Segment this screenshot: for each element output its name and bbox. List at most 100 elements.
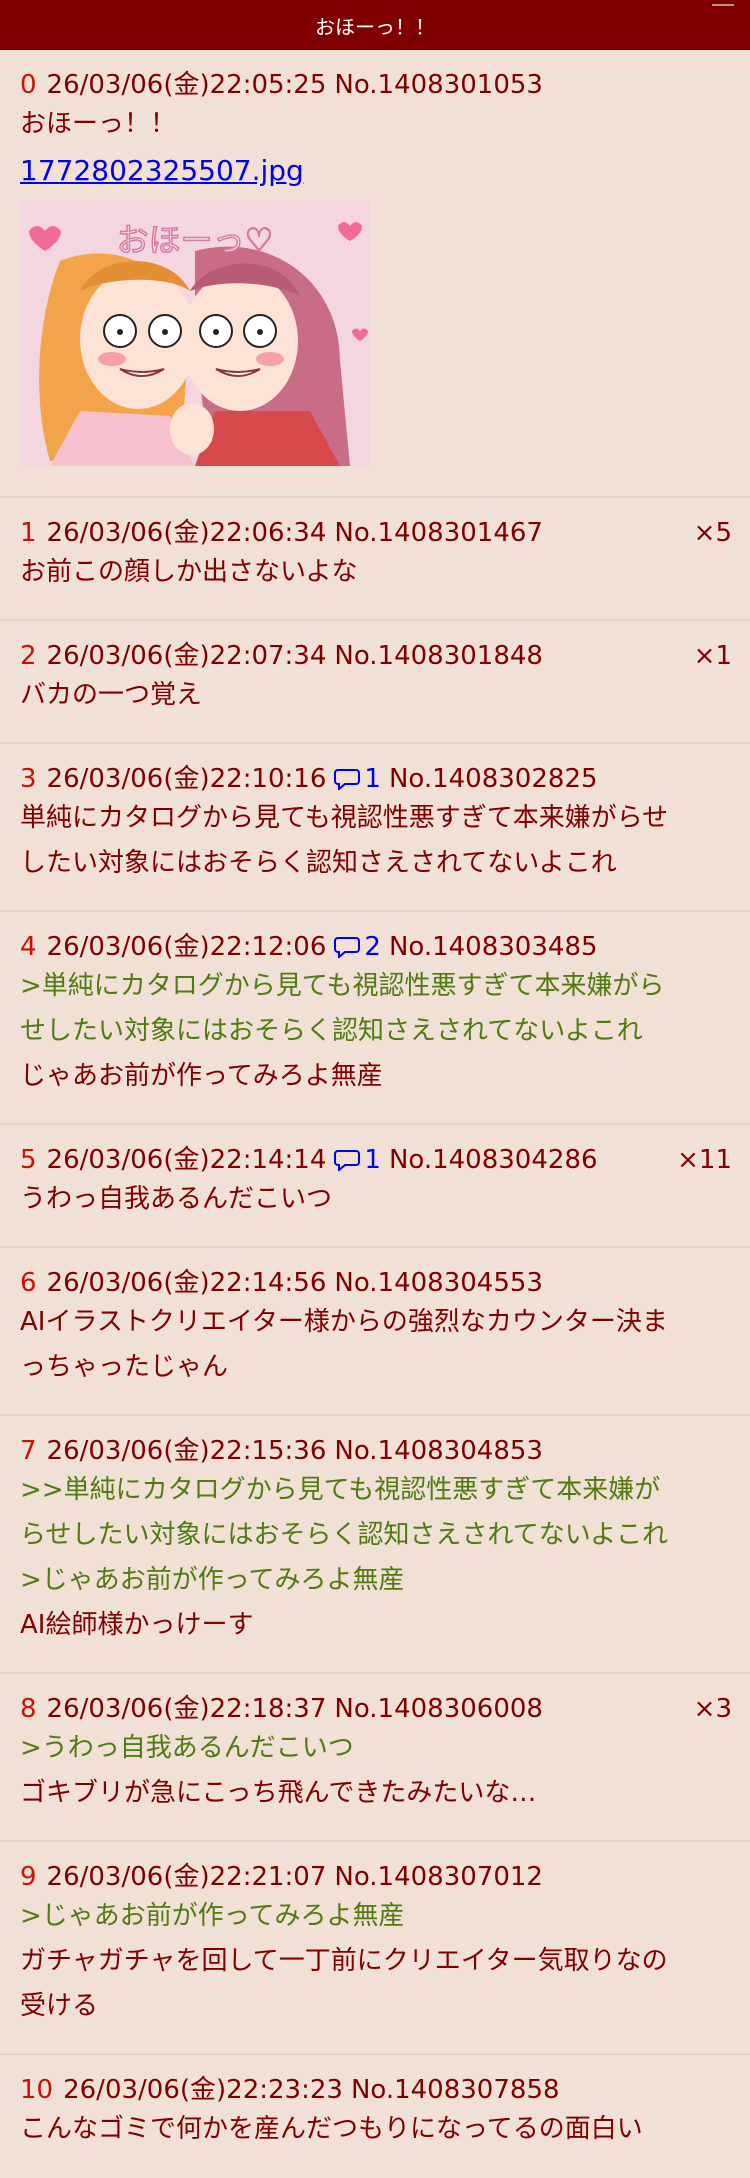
post-id[interactable]: No.1408301053 — [334, 68, 543, 102]
file-link[interactable]: 1772802325507.jpg — [20, 149, 304, 193]
post-body: おほーっ！！ — [20, 102, 730, 147]
quote-line: >うわっ自我あるんだこいつ — [20, 1733, 354, 1763]
post-date: 26/03/06(金)22:10:16 — [46, 764, 327, 794]
post-id[interactable]: No.1408304853 — [334, 1434, 543, 1468]
post-date: 26/03/06(金)22:12:06 — [46, 932, 327, 962]
quote-line: >単純にカタログから見ても視認性悪すぎて本来嫌がら — [20, 971, 665, 1001]
post-date: 26/03/06(金)22:14:14 — [46, 1145, 327, 1175]
quote-line: >じゃあお前が作ってみろよ無産 — [20, 1901, 405, 1931]
reaction-count[interactable]: ×11 — [677, 1143, 732, 1177]
quote-line: >じゃあお前が作ってみろよ無産 — [20, 1565, 405, 1595]
reaction-count[interactable]: ×1 — [694, 639, 732, 673]
post-line: AIイラストクリエイター様からの強烈なカウンター決ま — [20, 1307, 668, 1337]
reply-post: 1 26/03/06(金)22:06:34 No.1408301467 ×5 お… — [0, 498, 750, 621]
post-line: お前この顔しか出さないよな — [20, 557, 358, 587]
post-number: 8 — [20, 1694, 37, 1724]
post-body: 単純にカタログから見ても視認性悪すぎて本来嫌がらせ したい対象にはおそらく認知さ… — [20, 796, 730, 886]
post-body: >うわっ自我あるんだこいつ ゴキブリが急にこっち飛んできたみたいな… — [20, 1726, 730, 1816]
post-number: 10 — [20, 2075, 54, 2105]
reply-count-link[interactable]: 1 — [334, 762, 381, 796]
post-id[interactable]: No.1408301467 — [334, 516, 543, 550]
post-id[interactable]: No.1408306008 — [334, 1692, 543, 1726]
reply-count-link[interactable]: 1 — [334, 1143, 381, 1177]
post-header: 2 26/03/06(金)22:07:34 No.1408301848 — [20, 639, 730, 673]
post-header: 9 26/03/06(金)22:21:07 No.1408307012 — [20, 1860, 730, 1894]
post-date: 26/03/06(金)22:18:37 — [46, 1694, 327, 1724]
quote-line: >>単純にカタログから見ても視認性悪すぎて本来嫌が — [20, 1475, 661, 1505]
speech-bubble-icon — [334, 769, 361, 790]
post-line: 受ける — [20, 1991, 99, 2021]
post-number: 9 — [20, 1862, 37, 1892]
quote-line: らせしたい対象にはおそらく認知さえされてないよこれ — [20, 1520, 669, 1550]
reaction-count[interactable]: ×5 — [694, 516, 732, 550]
post-date: 26/03/06(金)22:06:34 — [46, 518, 327, 548]
quote-line: せしたい対象にはおそらく認知さえされてないよこれ — [20, 1016, 643, 1046]
post-id[interactable]: No.1408304286 — [389, 1143, 598, 1177]
post-header: 1 26/03/06(金)22:06:34 No.1408301467 — [20, 516, 730, 550]
post-number: 0 — [20, 70, 37, 100]
post-line: AI絵師様かっけーす — [20, 1610, 254, 1640]
post-date: 26/03/06(金)22:14:56 — [46, 1268, 327, 1298]
post-date: 26/03/06(金)22:07:34 — [46, 641, 327, 671]
post-header: 4 26/03/06(金)22:12:06 2 No.1408303485 — [20, 930, 730, 964]
post-number: 4 — [20, 932, 37, 962]
post-body: >単純にカタログから見ても視認性悪すぎて本来嫌がら せしたい対象にはおそらく認知… — [20, 964, 730, 1099]
reaction-count[interactable]: ×3 — [694, 1692, 732, 1726]
post-header: 7 26/03/06(金)22:15:36 No.1408304853 — [20, 1434, 730, 1468]
reply-post: 9 26/03/06(金)22:21:07 No.1408307012 >じゃあ… — [0, 1842, 750, 2055]
reply-post: 4 26/03/06(金)22:12:06 2 No.1408303485 >単… — [0, 912, 750, 1125]
post-header: 3 26/03/06(金)22:10:16 1 No.1408302825 — [20, 762, 730, 796]
post-date: 26/03/06(金)22:23:23 — [63, 2075, 343, 2105]
post-body: >じゃあお前が作ってみろよ無産 ガチャガチャを回して一丁前にクリエイター気取りな… — [20, 1894, 730, 2029]
post-id[interactable]: No.1408307012 — [334, 1860, 543, 1894]
post-number: 2 — [20, 641, 37, 671]
post-body: こんなゴミで何かを産んだつもりになってるの面白い — [20, 2107, 730, 2152]
post-line: したい対象にはおそらく認知さえされてないよこれ — [20, 848, 617, 878]
post-date: 26/03/06(金)22:21:07 — [46, 1862, 327, 1892]
thumbnail-image[interactable]: おほーっ♡ — [20, 201, 370, 466]
post-body: >>単純にカタログから見ても視認性悪すぎて本来嫌が らせしたい対象にはおそらく認… — [20, 1468, 730, 1648]
post-id[interactable]: No.1408302825 — [389, 762, 598, 796]
post-line: ガチャガチャを回して一丁前にクリエイター気取りなの — [20, 1946, 668, 1976]
reply-post: 10 26/03/06(金)22:23:23 No.1408307858 こんな… — [0, 2055, 750, 2178]
post-line: 単純にカタログから見ても視認性悪すぎて本来嫌がらせ — [20, 803, 669, 833]
post-date: 26/03/06(金)22:15:36 — [46, 1436, 327, 1466]
thread-title-bar: おほーっ！！ — [0, 0, 750, 50]
reply-post: 8 26/03/06(金)22:18:37 No.1408306008 ×3 >… — [0, 1674, 750, 1842]
reply-post: 3 26/03/06(金)22:10:16 1 No.1408302825 単純… — [0, 744, 750, 912]
post-line: おほーっ！！ — [20, 109, 177, 139]
reply-count: 1 — [364, 764, 381, 794]
thread-title: おほーっ！！ — [315, 14, 435, 39]
post-body: バカの一つ覚え — [20, 673, 730, 718]
menu-icon[interactable] — [712, 0, 734, 6]
post-line: バカの一つ覚え — [20, 680, 203, 710]
reply-post: 6 26/03/06(金)22:14:56 No.1408304553 AIイラ… — [0, 1248, 750, 1416]
post-header: 10 26/03/06(金)22:23:23 No.1408307858 — [20, 2073, 730, 2107]
post-line: こんなゴミで何かを産んだつもりになってるの面白い — [20, 2114, 643, 2144]
post-id[interactable]: No.1408301848 — [334, 639, 543, 673]
post-header: 5 26/03/06(金)22:14:14 1 No.1408304286 — [20, 1143, 730, 1177]
post-header: 6 26/03/06(金)22:14:56 No.1408304553 — [20, 1266, 730, 1300]
reply-count: 2 — [364, 932, 381, 962]
op-post: 0 26/03/06(金)22:05:25 No.1408301053 おほーっ… — [0, 50, 750, 498]
post-body: お前この顔しか出さないよな — [20, 550, 730, 595]
speech-bubble-icon — [334, 937, 361, 958]
post-number: 5 — [20, 1145, 37, 1175]
post-id[interactable]: No.1408303485 — [389, 930, 598, 964]
post-line: じゃあお前が作ってみろよ無産 — [20, 1061, 383, 1091]
post-id[interactable]: No.1408307858 — [351, 2073, 560, 2107]
reply-post: 7 26/03/06(金)22:15:36 No.1408304853 >>単純… — [0, 1416, 750, 1674]
post-body: AIイラストクリエイター様からの強烈なカウンター決ま っちゃったじゃん — [20, 1300, 730, 1390]
post-number: 3 — [20, 764, 37, 794]
reply-count-link[interactable]: 2 — [334, 930, 381, 964]
speech-bubble-icon — [334, 1150, 361, 1171]
post-line: っちゃったじゃん — [20, 1352, 229, 1382]
post-number: 7 — [20, 1436, 37, 1466]
thumbnail-caption: おほーっ♡ — [117, 221, 274, 259]
post-header: 8 26/03/06(金)22:18:37 No.1408306008 — [20, 1692, 730, 1726]
post-body: うわっ自我あるんだこいつ — [20, 1177, 730, 1222]
post-id[interactable]: No.1408304553 — [334, 1266, 543, 1300]
reply-count: 1 — [364, 1145, 381, 1175]
post-number: 1 — [20, 518, 37, 548]
reply-post: 5 26/03/06(金)22:14:14 1 No.1408304286 ×1… — [0, 1125, 750, 1248]
